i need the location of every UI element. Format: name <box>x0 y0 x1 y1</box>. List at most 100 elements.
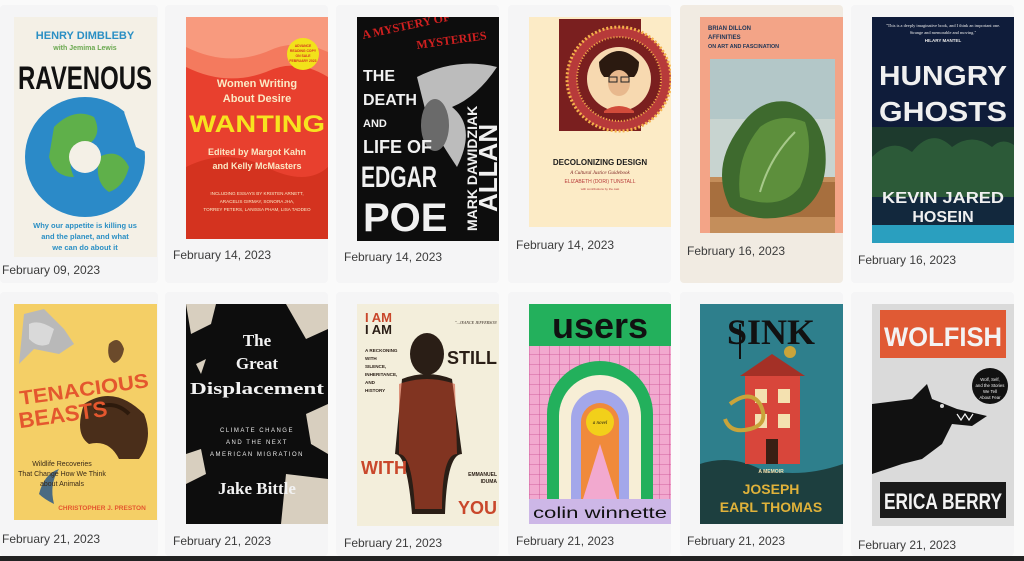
book-cover[interactable]: "This is a deeply imaginative book, and … <box>872 17 1014 243</box>
book-cover[interactable]: ADVANCE READING COPY ON SALE FEBRUARY 20… <box>186 17 328 239</box>
svg-text:We Tell: We Tell <box>983 389 997 394</box>
book-card[interactable]: users a novel colin winnette February 21… <box>508 292 671 556</box>
svg-text:About Desire: About Desire <box>223 93 291 105</box>
book-cover-art: DECOLONIZING DESIGN A Cultural Justice G… <box>553 19 671 191</box>
svg-text:YOU: YOU <box>458 498 497 518</box>
author-text: HENRY DIMBLEBY <box>36 30 135 42</box>
svg-text:colin winnette: colin winnette <box>533 505 667 522</box>
book-cover[interactable]: The Great Displacement CLIMATE CHANGE AN… <box>186 304 328 524</box>
svg-text:"...JEANCE JEFFERSON: "...JEANCE JEFFERSON <box>455 320 497 325</box>
book-cover-art: HENRY DIMBLEBY with Jemima Lewis RAVENOU… <box>18 30 152 252</box>
svg-text:INCLUDING ESSAYS BY KRISTEN AR: INCLUDING ESSAYS BY KRISTEN ARNETT, <box>210 191 303 196</box>
svg-text:Edited by Margot Kahn: Edited by Margot Kahn <box>208 147 306 157</box>
book-card[interactable]: HENRY DIMBLEBY with Jemima Lewis RAVENOU… <box>0 5 158 283</box>
svg-text:IDUMA: IDUMA <box>481 479 498 485</box>
book-cover[interactable]: A MYSTERY OF MYSTERIES THE DEATH AND LIF… <box>357 17 499 241</box>
book-cover-art: "This is a deeply imaginative book, and … <box>872 17 1014 243</box>
book-card-hovered[interactable]: BRIAN DILLON AFFINITIES ON ART AND FASCI… <box>680 5 843 283</box>
publish-date: February 16, 2023 <box>858 253 957 267</box>
svg-text:JOSEPH: JOSEPH <box>743 481 800 497</box>
svg-text:Great: Great <box>236 354 279 373</box>
svg-text:EARL THOMAS: EARL THOMAS <box>720 499 822 515</box>
title-text: WOLFISH <box>884 322 1002 352</box>
svg-text:A Cultural Justice Guidebook: A Cultural Justice Guidebook <box>569 171 630 176</box>
svg-text:MYSTERIES: MYSTERIES <box>415 28 487 52</box>
svg-text:READING COPY: READING COPY <box>290 49 317 53</box>
book-cover[interactable]: SINK A MEMOIR JOSEPH EARL THOMAS <box>700 304 843 524</box>
book-card[interactable]: A MYSTERY OF MYSTERIES THE DEATH AND LIF… <box>336 5 499 283</box>
svg-text:with Jemima Lewis: with Jemima Lewis <box>52 45 117 52</box>
window-bottom-edge <box>0 556 1024 561</box>
svg-text:SILENCE,: SILENCE, <box>365 364 386 369</box>
svg-text:FEBRUARY 2023: FEBRUARY 2023 <box>289 59 316 63</box>
book-card[interactable]: WOLFISH Wolf, Self, and the Stories We T… <box>851 292 1014 556</box>
svg-text:and the Stories: and the Stories <box>976 383 1005 388</box>
publish-date: February 21, 2023 <box>687 534 786 548</box>
book-card[interactable]: TENACIOUS BEASTS Wildlife Recoveries Tha… <box>0 292 158 556</box>
svg-text:with contributions by the cast: with contributions by the cast <box>581 187 620 191</box>
svg-text:CHRISTOPHER J. PRESTON: CHRISTOPHER J. PRESTON <box>58 505 146 512</box>
svg-text:That Change How We Think: That Change How We Think <box>18 471 106 478</box>
publish-date: February 14, 2023 <box>516 238 615 252</box>
book-card[interactable]: "This is a deeply imaginative book, and … <box>851 5 1014 283</box>
svg-text:and Kelly McMasters: and Kelly McMasters <box>212 161 301 171</box>
title-text: STILL <box>447 348 497 368</box>
svg-text:ON SALE: ON SALE <box>295 54 311 58</box>
title-text: POE <box>363 196 447 240</box>
svg-text:we can do about it: we can do about it <box>51 243 118 252</box>
book-cover[interactable]: HENRY DIMBLEBY with Jemima Lewis RAVENOU… <box>14 17 157 257</box>
book-cover-art: I AM I AM "...JEANCE JEFFERSON A RECKONI… <box>357 304 499 526</box>
svg-text:THE: THE <box>363 68 395 85</box>
book-cover[interactable]: users a novel colin winnette <box>529 304 671 524</box>
book-cover-art: SINK A MEMOIR JOSEPH EARL THOMAS <box>700 304 843 524</box>
svg-text:AND THE NEXT: AND THE NEXT <box>226 440 288 446</box>
publish-date: February 14, 2023 <box>344 250 443 264</box>
title-text: Displacement <box>190 379 324 398</box>
book-cover[interactable]: TENACIOUS BEASTS Wildlife Recoveries Tha… <box>14 304 157 520</box>
title-text: users <box>552 305 648 346</box>
svg-text:a novel: a novel <box>593 421 608 426</box>
svg-text:ON ART AND FASCINATION: ON ART AND FASCINATION <box>708 44 779 50</box>
svg-text:HOSEIN: HOSEIN <box>912 209 973 226</box>
book-card[interactable]: ADVANCE READING COPY ON SALE FEBRUARY 20… <box>165 5 328 283</box>
book-card[interactable]: I AM I AM "...JEANCE JEFFERSON A RECKONI… <box>336 292 499 556</box>
book-card[interactable]: DECOLONIZING DESIGN A Cultural Justice G… <box>508 5 671 283</box>
book-card[interactable]: The Great Displacement CLIMATE CHANGE AN… <box>165 292 328 556</box>
svg-text:GHOSTS: GHOSTS <box>879 96 1007 127</box>
publish-date: February 21, 2023 <box>858 538 957 552</box>
svg-text:WITH: WITH <box>365 356 377 361</box>
publish-date: February 21, 2023 <box>516 534 615 548</box>
book-cover-art: users a novel colin winnette <box>529 304 671 524</box>
svg-text:INHERITANCE,: INHERITANCE, <box>365 372 397 377</box>
book-cover[interactable]: BRIAN DILLON AFFINITIES ON ART AND FASCI… <box>700 17 843 233</box>
book-card[interactable]: SINK A MEMOIR JOSEPH EARL THOMAS Februar… <box>680 292 843 556</box>
svg-text:Why our appetite is killing us: Why our appetite is killing us <box>33 221 137 230</box>
svg-text:WITH: WITH <box>361 458 407 478</box>
publish-date: February 21, 2023 <box>2 532 101 546</box>
svg-text:HISTORY: HISTORY <box>365 388 385 393</box>
svg-text:ARACELIS GIRMAY, SONORA JHA,: ARACELIS GIRMAY, SONORA JHA, <box>220 199 295 204</box>
svg-text:BRIAN DILLON: BRIAN DILLON <box>708 26 751 32</box>
svg-text:TORREY PETERS, LANISSA PHAM, L: TORREY PETERS, LANISSA PHAM, LISA TADDEO <box>203 207 311 212</box>
svg-text:About Fear: About Fear <box>979 395 1001 400</box>
svg-text:Strange and memorable and movi: Strange and memorable and moving." <box>910 30 977 35</box>
book-cover-art: TENACIOUS BEASTS Wildlife Recoveries Tha… <box>14 304 157 520</box>
title-text: AFFINITIES <box>708 35 741 41</box>
svg-text:AMERICAN MIGRATION: AMERICAN MIGRATION <box>210 452 304 458</box>
svg-text:CLIMATE CHANGE: CLIMATE CHANGE <box>220 428 294 434</box>
svg-text:ADVANCE: ADVANCE <box>295 44 312 48</box>
book-cover[interactable]: I AM I AM "...JEANCE JEFFERSON A RECKONI… <box>357 304 499 526</box>
book-cover[interactable]: DECOLONIZING DESIGN A Cultural Justice G… <box>529 17 671 227</box>
book-cover-art: WOLFISH Wolf, Self, and the Stories We T… <box>872 304 1014 526</box>
publish-date: February 16, 2023 <box>687 244 786 258</box>
book-cover-art: ADVANCE READING COPY ON SALE FEBRUARY 20… <box>186 17 328 239</box>
book-cover-art: A MYSTERY OF MYSTERIES THE DEATH AND LIF… <box>361 17 499 240</box>
svg-text:DEATH: DEATH <box>363 92 417 109</box>
book-cover-art: BRIAN DILLON AFFINITIES ON ART AND FASCI… <box>700 17 843 233</box>
book-cover[interactable]: WOLFISH Wolf, Self, and the Stories We T… <box>872 304 1014 526</box>
svg-text:A RECKONING: A RECKONING <box>365 348 398 353</box>
svg-text:The: The <box>243 331 272 350</box>
svg-text:KEVIN JARED: KEVIN JARED <box>882 190 1004 207</box>
svg-text:Wildlife Recoveries: Wildlife Recoveries <box>32 461 92 468</box>
svg-text:and the planet, and what: and the planet, and what <box>41 232 129 241</box>
